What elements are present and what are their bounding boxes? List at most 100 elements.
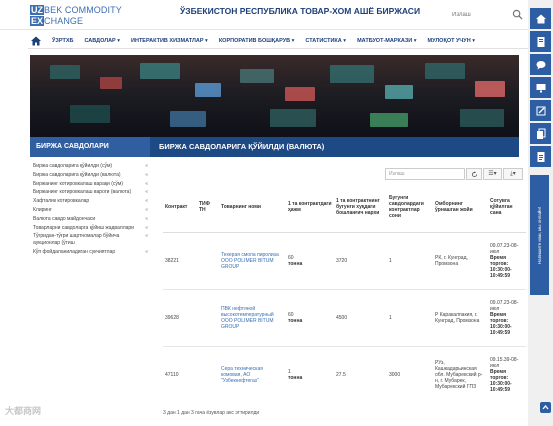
home-icon (535, 14, 546, 23)
cell-contract: 47110 (163, 345, 197, 403)
col-volume[interactable]: 1 та контрактдаги ҳажм (286, 182, 334, 233)
site-title: ЎЗБЕКИСТОН РЕСПУБЛИКА ТОВАР-ХОМ АШЁ БИРЖ… (180, 6, 421, 16)
header-search-input[interactable] (452, 7, 512, 22)
feedback-tab[interactable]: Напишите нам, мы онлайн! (530, 175, 549, 295)
cell-count: 3000 (387, 345, 433, 403)
logo-box-uz: UZ (30, 4, 44, 15)
rail-edit-button[interactable] (530, 100, 551, 121)
table-row: 38221 Техерая смола пиролиза ООО POLIMER… (163, 231, 526, 289)
cell-name-link[interactable]: ПВК нефтяной высокотемпературный ООО POL… (219, 288, 286, 346)
nav-item-press[interactable]: МАТБУОТ-МАРКАЗИ ▾ (357, 38, 416, 44)
rail-monitor-button[interactable] (530, 77, 551, 98)
chevron-right-icon: « (145, 233, 148, 240)
page-title: БИРЖА САВДОЛАРИГА ҚЎЙИЛДИ (ВАЛЮТА) (150, 137, 519, 157)
cell-tif (197, 231, 219, 289)
col-count[interactable]: Бугунги савдолардаги контрактлар сони (387, 182, 433, 233)
nav-item-uzrtkhb[interactable]: ЎЗРТХБ (52, 38, 73, 44)
sidebar-item-clearing[interactable]: Клиринг « (30, 206, 150, 215)
refresh-icon (471, 171, 477, 178)
chevron-right-icon: « (145, 224, 148, 231)
logo-text-line2: CHANGE (44, 15, 84, 26)
cell-date: 09.07.23-08-июл Время торгов: 10:30:00-10:… (488, 231, 526, 289)
col-name[interactable]: Товарнинг номи (219, 182, 286, 233)
cell-price: 27.5 (334, 345, 387, 403)
sidebar-item-quote-sum[interactable]: Биржанинг котировкалаш варақи (сўм) « (30, 180, 150, 189)
copy-icon (536, 128, 545, 139)
sidebar-item-fx-platform[interactable]: Валюта савдо майдончаси « (30, 215, 150, 224)
sidebar-menu: Биржа савдоларига қўйилди (сўм) « Биржа с… (30, 162, 150, 257)
cell-tif (197, 288, 219, 346)
nav-item-corporate[interactable]: КОРПОРАТИВ БОШҚАРУВ ▾ (219, 38, 295, 44)
feedback-tab-label: Напишите нам, мы онлайн! (537, 206, 542, 264)
sidebar-item-auctions[interactable]: Тўғридан-тўғри шартномалар бўйича аукцио… (30, 232, 150, 248)
main-nav: ЎЗРТХБ САВДОЛАР ▾ ИНТЕРАКТИВ ХИЗМАТЛАР ▾… (28, 33, 528, 49)
cell-location: Р Каракалпакия, г. Кунград, Промзона (433, 288, 488, 346)
rail-copy-button[interactable] (530, 123, 551, 144)
cell-date: 09.15.39-08-июл Время торгов: 10:30:00-10:… (488, 345, 526, 403)
cell-price: 3720 (334, 231, 387, 289)
sidebar-item-currency[interactable]: Биржа савдоларига қўйилди (валюта) « (30, 171, 150, 180)
chevron-right-icon: « (145, 180, 148, 187)
sidebar-title: БИРЖА САВДОЛАРИ (30, 137, 150, 157)
cell-contract: 39628 (163, 288, 197, 346)
logo-text-line1: BEK COMMODITY (44, 4, 122, 15)
table-search-input[interactable]: Излаш (385, 168, 465, 180)
sidebar-item-schedule[interactable]: Товарларни савдоларга қўйиш жадваллари « (30, 224, 150, 233)
cell-price: 4500 (334, 288, 387, 346)
nav-item-contact[interactable]: МУЛОҚОТ УЧУН ▾ (428, 38, 475, 44)
watermark: 大都商网 (5, 406, 42, 416)
file-icon (537, 151, 544, 162)
col-location[interactable]: Омборнинг ўрнашган жойи (433, 182, 488, 233)
refresh-button[interactable] (466, 168, 482, 180)
home-icon[interactable] (30, 35, 42, 47)
scroll-top-button[interactable] (540, 402, 551, 413)
header-search[interactable] (452, 7, 524, 22)
col-date[interactable]: Сотувга қўйилган сана (488, 182, 526, 233)
rail-file-button[interactable] (530, 146, 551, 167)
table-row: 47110 Сера техническая комовая, АО "Узбе… (163, 345, 526, 403)
cell-volume: 60 тонна (286, 288, 334, 346)
chevron-right-icon: « (145, 189, 148, 196)
export-button[interactable]: ⤓▾ (503, 168, 523, 180)
cell-count: 1 (387, 288, 433, 346)
cell-count: 1 (387, 231, 433, 289)
trading-floor-banner (30, 55, 519, 137)
monitor-icon (536, 83, 545, 92)
chevron-right-icon: « (145, 215, 148, 222)
rail-chat-button[interactable] (530, 54, 551, 75)
cell-name-link[interactable]: Сера техническая комовая, АО "Узбекнефте… (219, 345, 286, 403)
sidebar-item-quote-currency[interactable]: Биржанинг котировкалаш вароги (валюта) « (30, 188, 150, 197)
cell-location: РК, г. Кунград, Промзона (433, 231, 488, 289)
cell-contract: 38221 (163, 231, 197, 289)
pagination-info: 3 дан 1 дан 3 гача ёзувлар акс эттирилди (163, 410, 260, 416)
col-price[interactable]: 1 та контрактнинг бугунги хуқдаги бошлан… (334, 182, 387, 233)
cell-volume: 1 тонна (286, 345, 334, 403)
search-icon[interactable] (512, 9, 523, 20)
sidebar-item-faq[interactable]: Кўп фойдаланиладиган сукчиятлар « (30, 248, 150, 257)
columns-button[interactable]: ☰▾ (483, 168, 502, 180)
nav-item-savdolar[interactable]: САВДОЛАР ▾ (84, 38, 120, 44)
cell-location: РУз, Кашкадарьинская обл. Мубарекский р-… (433, 345, 488, 403)
cell-name-link[interactable]: Техерая смола пиролиза ООО POLIMER BITUM… (219, 231, 286, 289)
sidebar-item-sum[interactable]: Биржа савдоларига қўйилди (сўм) « (30, 162, 150, 171)
chevron-right-icon: « (145, 163, 148, 169)
cell-tif (197, 345, 219, 403)
sidebar-item-weekly[interactable]: Хафталик котировкалар « (30, 197, 150, 206)
nav-item-statistics[interactable]: СТАТИСТИКА ▾ (305, 38, 346, 44)
chevron-right-icon: « (145, 198, 148, 205)
rail-home-button[interactable] (530, 8, 551, 29)
edit-icon (536, 106, 545, 115)
col-tif[interactable]: ТИФ ТН (197, 182, 219, 233)
rail-document-button[interactable] (530, 31, 551, 52)
logo-box-ex: EX (30, 15, 45, 26)
export-icon: ⤓▾ (510, 171, 516, 177)
trades-table: Контракт ТИФ ТН Товарнинг номи 1 та конт… (163, 182, 526, 403)
nav-item-interactive[interactable]: ИНТЕРАКТИВ ХИЗМАТЛАР ▾ (131, 38, 208, 44)
arrow-up-icon (542, 404, 549, 410)
logo[interactable]: UZ BEK COMMODITY EX CHANGE (30, 4, 128, 26)
site-header: UZ BEK COMMODITY EX CHANGE ЎЗБЕКИСТОН РЕ… (0, 0, 528, 30)
col-contract[interactable]: Контракт (163, 182, 197, 233)
table-header-row: Контракт ТИФ ТН Товарнинг номи 1 та конт… (163, 182, 526, 233)
table-row: 39628 ПВК нефтяной высокотемпературный О… (163, 288, 526, 346)
chevron-right-icon: « (145, 248, 148, 255)
